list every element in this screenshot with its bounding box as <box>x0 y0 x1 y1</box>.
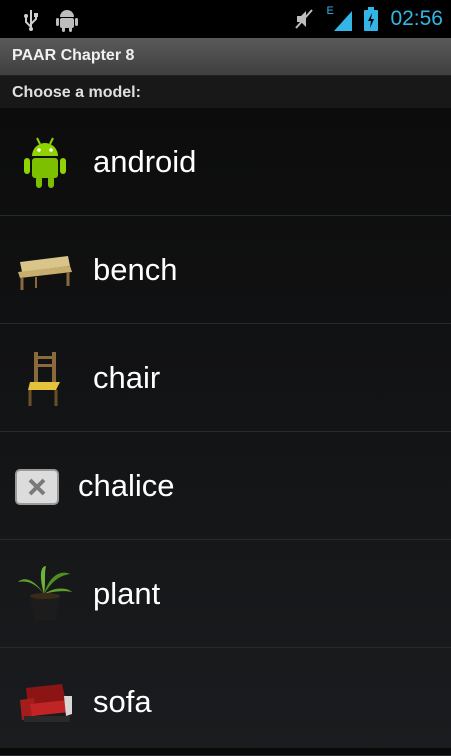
signal-bars <box>334 11 353 31</box>
list-item-label: sofa <box>93 684 152 719</box>
list-header-text: Choose a model: <box>12 84 141 101</box>
list-item-label: chair <box>93 360 161 395</box>
list-item-android[interactable]: android <box>0 108 451 216</box>
app-title-bar: PAAR Chapter 8 <box>0 38 451 76</box>
list-header: Choose a model: <box>0 76 451 109</box>
chair-icon <box>28 352 60 406</box>
list-item-label: bench <box>93 252 178 287</box>
broken-image-icon <box>15 469 59 505</box>
list-item-label: android <box>93 144 197 179</box>
status-time: 02:56 <box>390 7 443 30</box>
list-item-plant[interactable]: plant <box>0 540 451 648</box>
list-item-bench[interactable]: bench <box>0 216 451 324</box>
bench-icon <box>18 256 72 290</box>
mute-icon <box>295 9 314 29</box>
list-item-label: plant <box>93 576 161 611</box>
signal-icon: E <box>326 5 353 31</box>
sofa-icon <box>20 684 72 722</box>
list-item-chair[interactable]: chair <box>0 324 451 432</box>
status-left-icons <box>22 8 78 32</box>
list-item-label: chalice <box>78 468 175 503</box>
battery-charging-icon <box>364 7 379 31</box>
status-bar: E 02:56 <box>0 0 451 38</box>
status-right-icons: E 02:56 <box>294 5 443 31</box>
plant-icon <box>18 566 72 620</box>
usb-icon <box>24 10 38 31</box>
android-icon <box>24 137 66 188</box>
model-list: android bench chair chalice plant sofa <box>0 108 451 756</box>
list-item-sofa[interactable]: sofa <box>0 648 451 756</box>
android-debug-icon <box>56 10 78 32</box>
list-item-chalice[interactable]: chalice <box>0 432 451 540</box>
app-title: PAAR Chapter 8 <box>12 47 135 64</box>
